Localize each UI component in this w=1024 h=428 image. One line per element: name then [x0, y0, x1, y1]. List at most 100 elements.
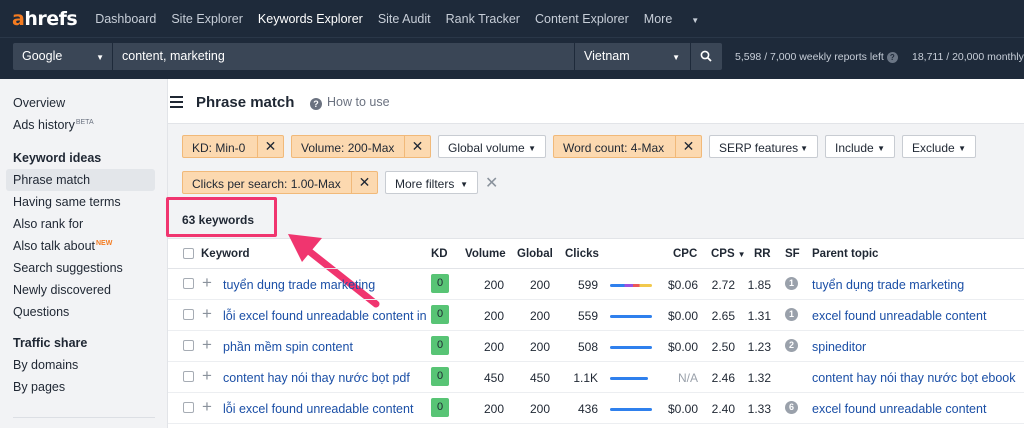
parent-topic-link[interactable]: content hay nói thay nước bọt ebook — [812, 371, 1016, 385]
nav-more[interactable]: More ▼ — [644, 12, 714, 26]
more-filters-button[interactable]: More filters ▼ — [385, 171, 478, 194]
row-checkbox[interactable] — [183, 309, 194, 320]
highlight-box — [166, 197, 277, 237]
serp-features-count[interactable]: 2 — [785, 339, 798, 352]
filter-exclude[interactable]: Exclude ▼ — [902, 135, 976, 158]
col-rr[interactable]: RR — [754, 248, 771, 260]
plus-icon[interactable]: + — [202, 335, 212, 355]
nav-dashboard[interactable]: Dashboard — [95, 12, 156, 26]
table-row: + phần mềm spin content 0 200 200 508 $0.00 2.5… — [168, 331, 1024, 362]
keyword-link[interactable]: content hay nói thay nước bọt pdf — [223, 371, 410, 385]
col-volume[interactable]: Volume — [465, 248, 506, 260]
sidebar-item-having-same-terms[interactable]: Having same terms — [13, 195, 121, 209]
filter-label: More filters — [395, 177, 455, 191]
plus-icon[interactable]: + — [202, 304, 212, 324]
clicks-distribution-bar — [610, 377, 648, 380]
close-icon[interactable]: ✕ — [675, 136, 701, 157]
keyword-query-input[interactable]: content, marketing — [113, 43, 574, 70]
col-parent-topic[interactable]: Parent topic — [812, 248, 878, 260]
parent-topic-link[interactable]: tuyển dụng trade marketing — [812, 278, 964, 292]
clicks-value: 559 — [577, 309, 598, 323]
sidebar-item-by-domains[interactable]: By domains — [13, 358, 78, 372]
parent-topic-link[interactable]: excel found unreadable content — [812, 309, 986, 323]
sidebar-item-ads-history[interactable]: Ads historyBETA — [13, 118, 94, 132]
filter-kd[interactable]: KD: Min-0 ✕ — [182, 135, 284, 158]
nav-site-explorer[interactable]: Site Explorer — [171, 12, 243, 26]
sidebar-item-newly-discovered[interactable]: Newly discovered — [13, 283, 111, 297]
keyword-link[interactable]: lỗi excel found unreadable content in — [223, 309, 427, 323]
table-row: + tuyển dụng trade marketing 0 200 200 599 $0.… — [168, 269, 1024, 300]
weekly-quota-text: 5,598 / 7,000 weekly reports left — [735, 51, 884, 63]
chevron-down-icon: ▼ — [96, 53, 104, 62]
sidebar-item-phrase-match[interactable]: Phrase match — [13, 173, 90, 187]
nav-menu: Dashboard Site Explorer Keywords Explore… — [95, 12, 729, 26]
row-checkbox[interactable] — [183, 278, 194, 289]
sidebar-item-overview[interactable]: Overview — [13, 96, 65, 110]
clear-filters-icon[interactable]: ✕ — [485, 173, 498, 193]
parent-topic-link[interactable]: spineditor — [812, 340, 866, 354]
clicks-distribution-bar — [610, 315, 652, 318]
col-sf[interactable]: SF — [785, 248, 800, 260]
sidebar-item-also-rank-for[interactable]: Also rank for — [13, 217, 83, 231]
how-to-use-link[interactable]: ? How to use — [310, 95, 390, 110]
nav-rank-tracker[interactable]: Rank Tracker — [446, 12, 520, 26]
rr-value: 1.23 — [747, 340, 771, 354]
filter-label: Volume: 200-Max — [301, 141, 395, 155]
search-engine-select[interactable]: Google ▼ — [13, 43, 112, 70]
keyword-link[interactable]: tuyển dụng trade marketing — [223, 278, 375, 292]
filter-volume[interactable]: Volume: 200-Max ✕ — [291, 135, 431, 158]
row-checkbox[interactable] — [183, 402, 194, 413]
clicks-value: 1.1K — [573, 371, 598, 385]
sidebar: Overview Ads historyBETA Keyword ideas P… — [0, 79, 168, 428]
search-button[interactable] — [691, 43, 722, 70]
filter-bar: KD: Min-0 ✕ Volume: 200-Max ✕ Global volum… — [168, 123, 1024, 203]
col-clicks[interactable]: Clicks — [565, 248, 599, 260]
serp-features-count[interactable]: 6 — [785, 401, 798, 414]
help-icon[interactable]: ? — [886, 52, 898, 63]
search-engine-value: Google — [22, 49, 63, 63]
row-checkbox[interactable] — [183, 340, 194, 351]
row-checkbox[interactable] — [183, 371, 194, 382]
nav-content-explorer[interactable]: Content Explorer — [535, 12, 629, 26]
plus-icon[interactable]: + — [202, 397, 212, 417]
ahrefs-logo[interactable]: ahrefs — [12, 8, 78, 30]
keyword-link[interactable]: lỗi excel found unreadable content — [223, 402, 413, 416]
keyword-link[interactable]: phần mềm spin content — [223, 340, 353, 354]
cpc-value: $0.00 — [667, 340, 698, 354]
cps-value: 2.46 — [711, 371, 735, 385]
filter-include[interactable]: Include ▼ — [825, 135, 895, 158]
nav-site-audit[interactable]: Site Audit — [378, 12, 431, 26]
close-icon[interactable]: ✕ — [351, 172, 377, 193]
clicks-value: 508 — [577, 340, 598, 354]
filter-clicks-per-search[interactable]: Clicks per search: 1.00-Max ✕ — [182, 171, 378, 194]
help-icon: ? — [310, 98, 322, 110]
close-icon[interactable]: ✕ — [257, 136, 283, 157]
country-select[interactable]: Vietnam ▼ — [575, 43, 690, 70]
filter-word-count[interactable]: Word count: 4-Max ✕ — [553, 135, 702, 158]
filter-global-volume[interactable]: Global volume ▼ — [438, 135, 546, 158]
col-cps[interactable]: CPS ▼ — [711, 248, 746, 260]
sidebar-item-by-pages[interactable]: By pages — [13, 380, 65, 394]
select-all-checkbox[interactable] — [183, 248, 194, 259]
global-value: 200 — [529, 278, 550, 292]
col-global[interactable]: Global — [517, 248, 553, 260]
serp-features-count[interactable]: 1 — [785, 308, 798, 321]
col-keyword[interactable]: Keyword — [201, 248, 250, 260]
filter-serp-features[interactable]: SERP features ▼ — [709, 135, 818, 158]
parent-topic-link[interactable]: excel found unreadable content — [812, 402, 986, 416]
sidebar-item-questions[interactable]: Questions — [13, 305, 69, 319]
plus-icon[interactable]: + — [202, 366, 212, 386]
col-kd[interactable]: KD — [431, 248, 448, 260]
close-icon[interactable]: ✕ — [404, 136, 430, 157]
sidebar-heading-traffic-share: Traffic share — [13, 336, 88, 350]
serp-features-count[interactable]: 1 — [785, 277, 798, 290]
col-cpc[interactable]: CPC — [673, 248, 697, 260]
nav-keywords-explorer[interactable]: Keywords Explorer — [258, 12, 363, 26]
menu-icon[interactable] — [170, 96, 183, 111]
chevron-down-icon: ▼ — [528, 144, 536, 153]
plus-icon[interactable]: + — [202, 273, 212, 293]
cpc-value: $0.00 — [667, 402, 698, 416]
sidebar-item-search-suggestions[interactable]: Search suggestions — [13, 261, 123, 275]
sort-desc-icon: ▼ — [737, 250, 746, 259]
sidebar-item-also-talk-about[interactable]: Also talk aboutNEW — [13, 239, 112, 253]
